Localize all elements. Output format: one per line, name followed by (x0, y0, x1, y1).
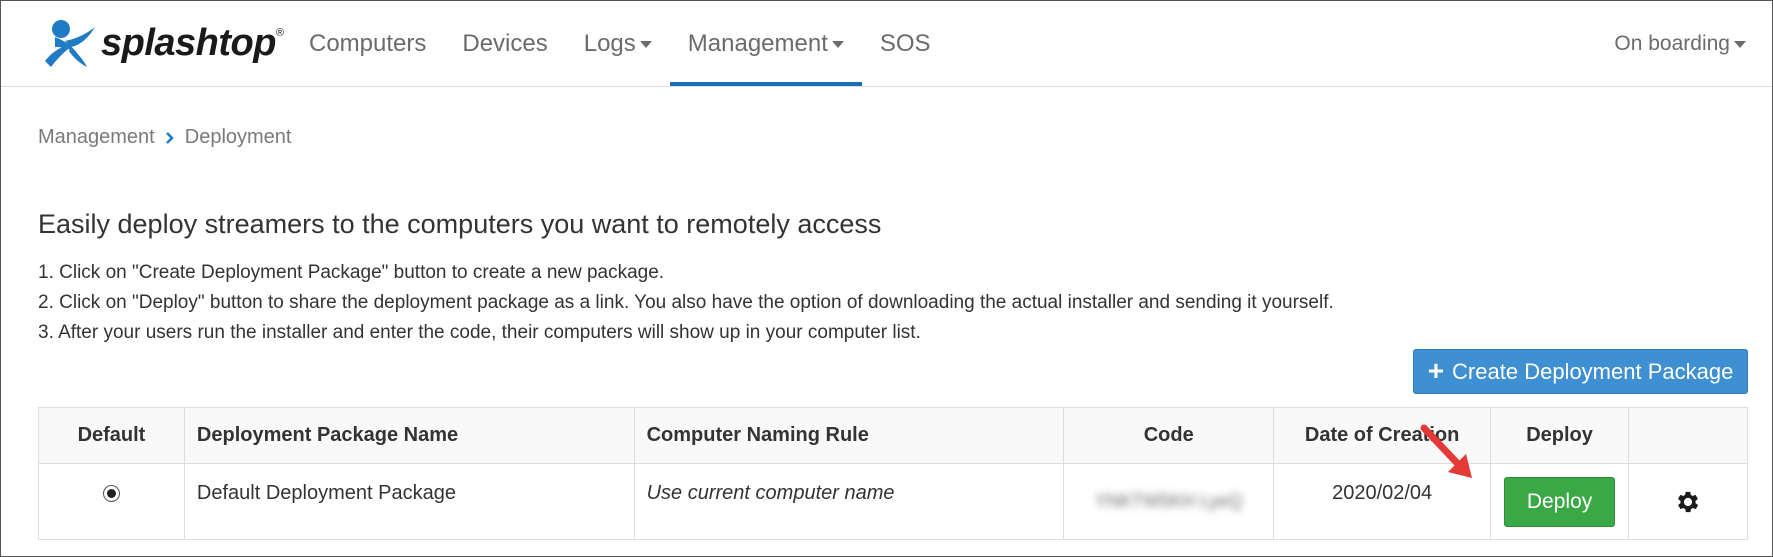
nav-logs[interactable]: Logs (566, 1, 670, 86)
header-deploy: Deploy (1490, 407, 1630, 464)
create-button-label: Create Deployment Package (1452, 358, 1734, 384)
breadcrumb-parent[interactable]: Management (38, 126, 155, 149)
brand-trademark: ® (275, 27, 285, 39)
cell-settings (1628, 463, 1748, 540)
deployment-table: Default Deployment Package Name Computer… (38, 407, 1748, 540)
header-naming-rule: Computer Naming Rule (633, 407, 1065, 464)
caret-down-icon (831, 41, 844, 48)
nav-logs-label: Logs (583, 29, 636, 57)
onboarding-menu[interactable]: On boarding (1614, 1, 1746, 86)
header-default: Default (38, 407, 185, 464)
nav-computers[interactable]: Computers (291, 1, 444, 86)
breadcrumb: Management Deployment (38, 126, 291, 149)
nav-devices[interactable]: Devices (444, 1, 565, 86)
page-headline: Easily deploy streamers to the computers… (38, 209, 882, 239)
instruction-steps: 1. Click on "Create Deployment Package" … (38, 258, 1334, 348)
red-arrow-icon (1420, 424, 1472, 478)
cell-naming-rule: Use current computer name (633, 463, 1065, 540)
instruction-step: 2. Click on "Deploy" button to share the… (38, 292, 1334, 313)
chevron-right-icon (165, 131, 174, 144)
nav-management-label: Management (687, 29, 828, 57)
create-deployment-package-button[interactable]: + Create Deployment Package (1413, 349, 1748, 394)
brand-name: splashtop (101, 21, 276, 64)
nav-sos-label: SOS (879, 29, 931, 57)
cell-package-name: Default Deployment Package (183, 463, 635, 540)
table-row: Default Deployment Package Use current c… (38, 463, 1748, 540)
instruction-step: 1. Click on "Create Deployment Package" … (38, 262, 665, 283)
header-package-name: Deployment Package Name (183, 407, 635, 464)
top-navbar: splashtop ® Computers Devices Logs Manag… (1, 1, 1772, 87)
nav-devices-label: Devices (462, 29, 548, 57)
table-header-row: Default Deployment Package Name Computer… (38, 407, 1748, 464)
caret-down-icon (639, 41, 652, 48)
instruction-step: 3. After your users run the installer an… (38, 322, 921, 343)
nav-computers-label: Computers (309, 29, 427, 57)
radio-selected-icon[interactable] (102, 485, 120, 503)
blurred-code: YNKTW5KH LyeQ (1095, 491, 1243, 511)
header-settings (1628, 407, 1748, 464)
header-code: Code (1063, 407, 1275, 464)
nav-management[interactable]: Management (669, 1, 862, 86)
splashtop-logo-icon (45, 20, 95, 67)
deploy-button[interactable]: Deploy (1504, 476, 1616, 527)
breadcrumb-current: Deployment (184, 126, 292, 148)
caret-down-icon (1734, 41, 1746, 48)
gear-icon[interactable] (1674, 488, 1702, 516)
onboarding-label: On boarding (1614, 31, 1730, 55)
cell-deploy: Deploy (1490, 463, 1630, 540)
brand-logo[interactable]: splashtop ® (41, 17, 284, 69)
main-nav: Computers Devices Logs Management SOS (291, 1, 949, 86)
cell-code: YNKTW5KH LyeQ (1063, 463, 1275, 540)
plus-icon: + (1427, 354, 1445, 386)
nav-sos[interactable]: SOS (862, 1, 949, 86)
cell-default (38, 463, 185, 540)
